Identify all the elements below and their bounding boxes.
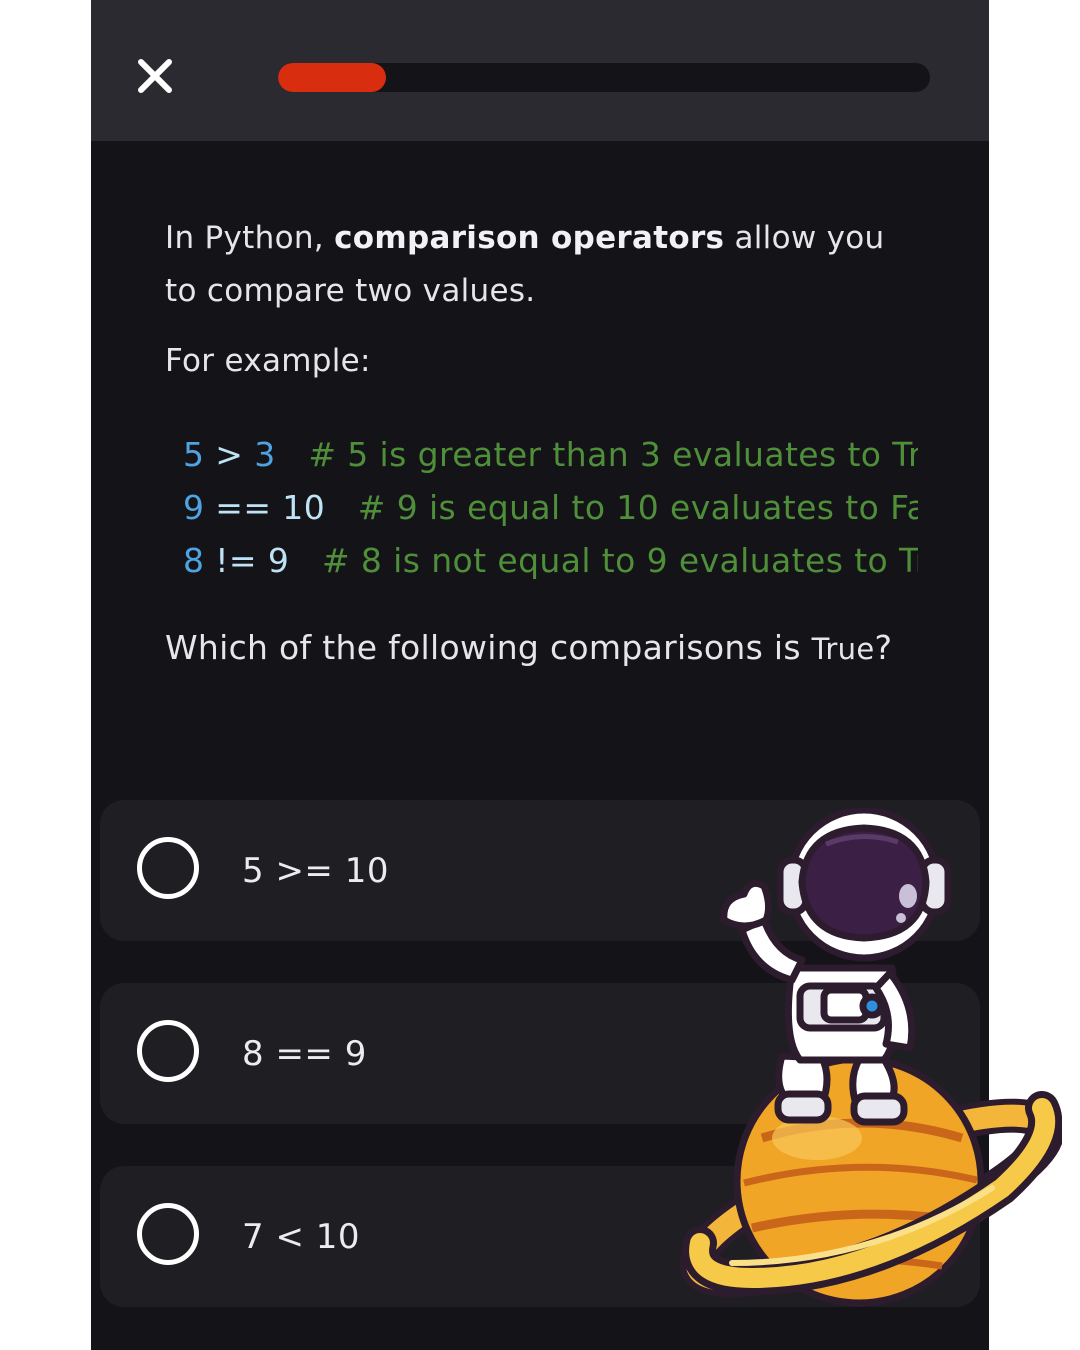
code-comment: # 5 is greater than 3 evaluates to Tru — [308, 435, 918, 474]
radio-button[interactable] — [137, 1020, 199, 1082]
example-label: For example: — [165, 343, 371, 379]
code-operand: 8 — [183, 541, 205, 580]
intro-bold: comparison operators — [334, 220, 725, 256]
code-operator: == — [204, 488, 283, 527]
code-operator: > — [204, 435, 255, 474]
astronaut-on-planet-icon — [672, 808, 1062, 1308]
close-icon — [138, 59, 172, 93]
radio-button[interactable] — [137, 837, 199, 899]
code-line: 9 == 10 # 9 is equal to 10 evaluates to … — [183, 481, 918, 534]
lesson-progress-bar — [278, 63, 930, 92]
top-bar — [91, 0, 989, 141]
radio-button[interactable] — [137, 1203, 199, 1265]
close-button[interactable] — [131, 52, 179, 100]
question-prefix: Which of the following comparisons is — [165, 628, 812, 667]
answer-option-label: 5 >= 10 — [242, 851, 389, 891]
question-keyword: True — [811, 632, 875, 666]
code-operand: 9 — [183, 488, 205, 527]
progress-fill — [278, 63, 386, 92]
code-example: 5 > 3 # 5 is greater than 3 evaluates to… — [183, 428, 918, 587]
question-text: Which of the following comparisons is Tr… — [165, 620, 965, 677]
code-operand: 9 — [267, 541, 290, 580]
code-comment: # 9 is equal to 10 evaluates to Fal — [357, 488, 918, 527]
answer-option-label: 7 < 10 — [242, 1217, 360, 1257]
intro-prefix: In Python, — [165, 220, 335, 256]
answer-option-label: 8 == 9 — [242, 1034, 367, 1074]
lesson-text: In Python, comparison operators allow yo… — [165, 212, 925, 388]
code-operand: 3 — [254, 435, 276, 474]
code-comment: # 8 is not equal to 9 evaluates to Tru — [321, 541, 918, 580]
code-operator: != — [204, 541, 268, 580]
intro-paragraph: In Python, comparison operators allow yo… — [165, 212, 925, 318]
question-suffix: ? — [874, 628, 893, 667]
code-line: 8 != 9 # 8 is not equal to 9 evaluates t… — [183, 534, 918, 587]
code-operand: 10 — [282, 488, 326, 527]
code-line: 5 > 3 # 5 is greater than 3 evaluates to… — [183, 428, 918, 481]
code-operand: 5 — [183, 435, 205, 474]
